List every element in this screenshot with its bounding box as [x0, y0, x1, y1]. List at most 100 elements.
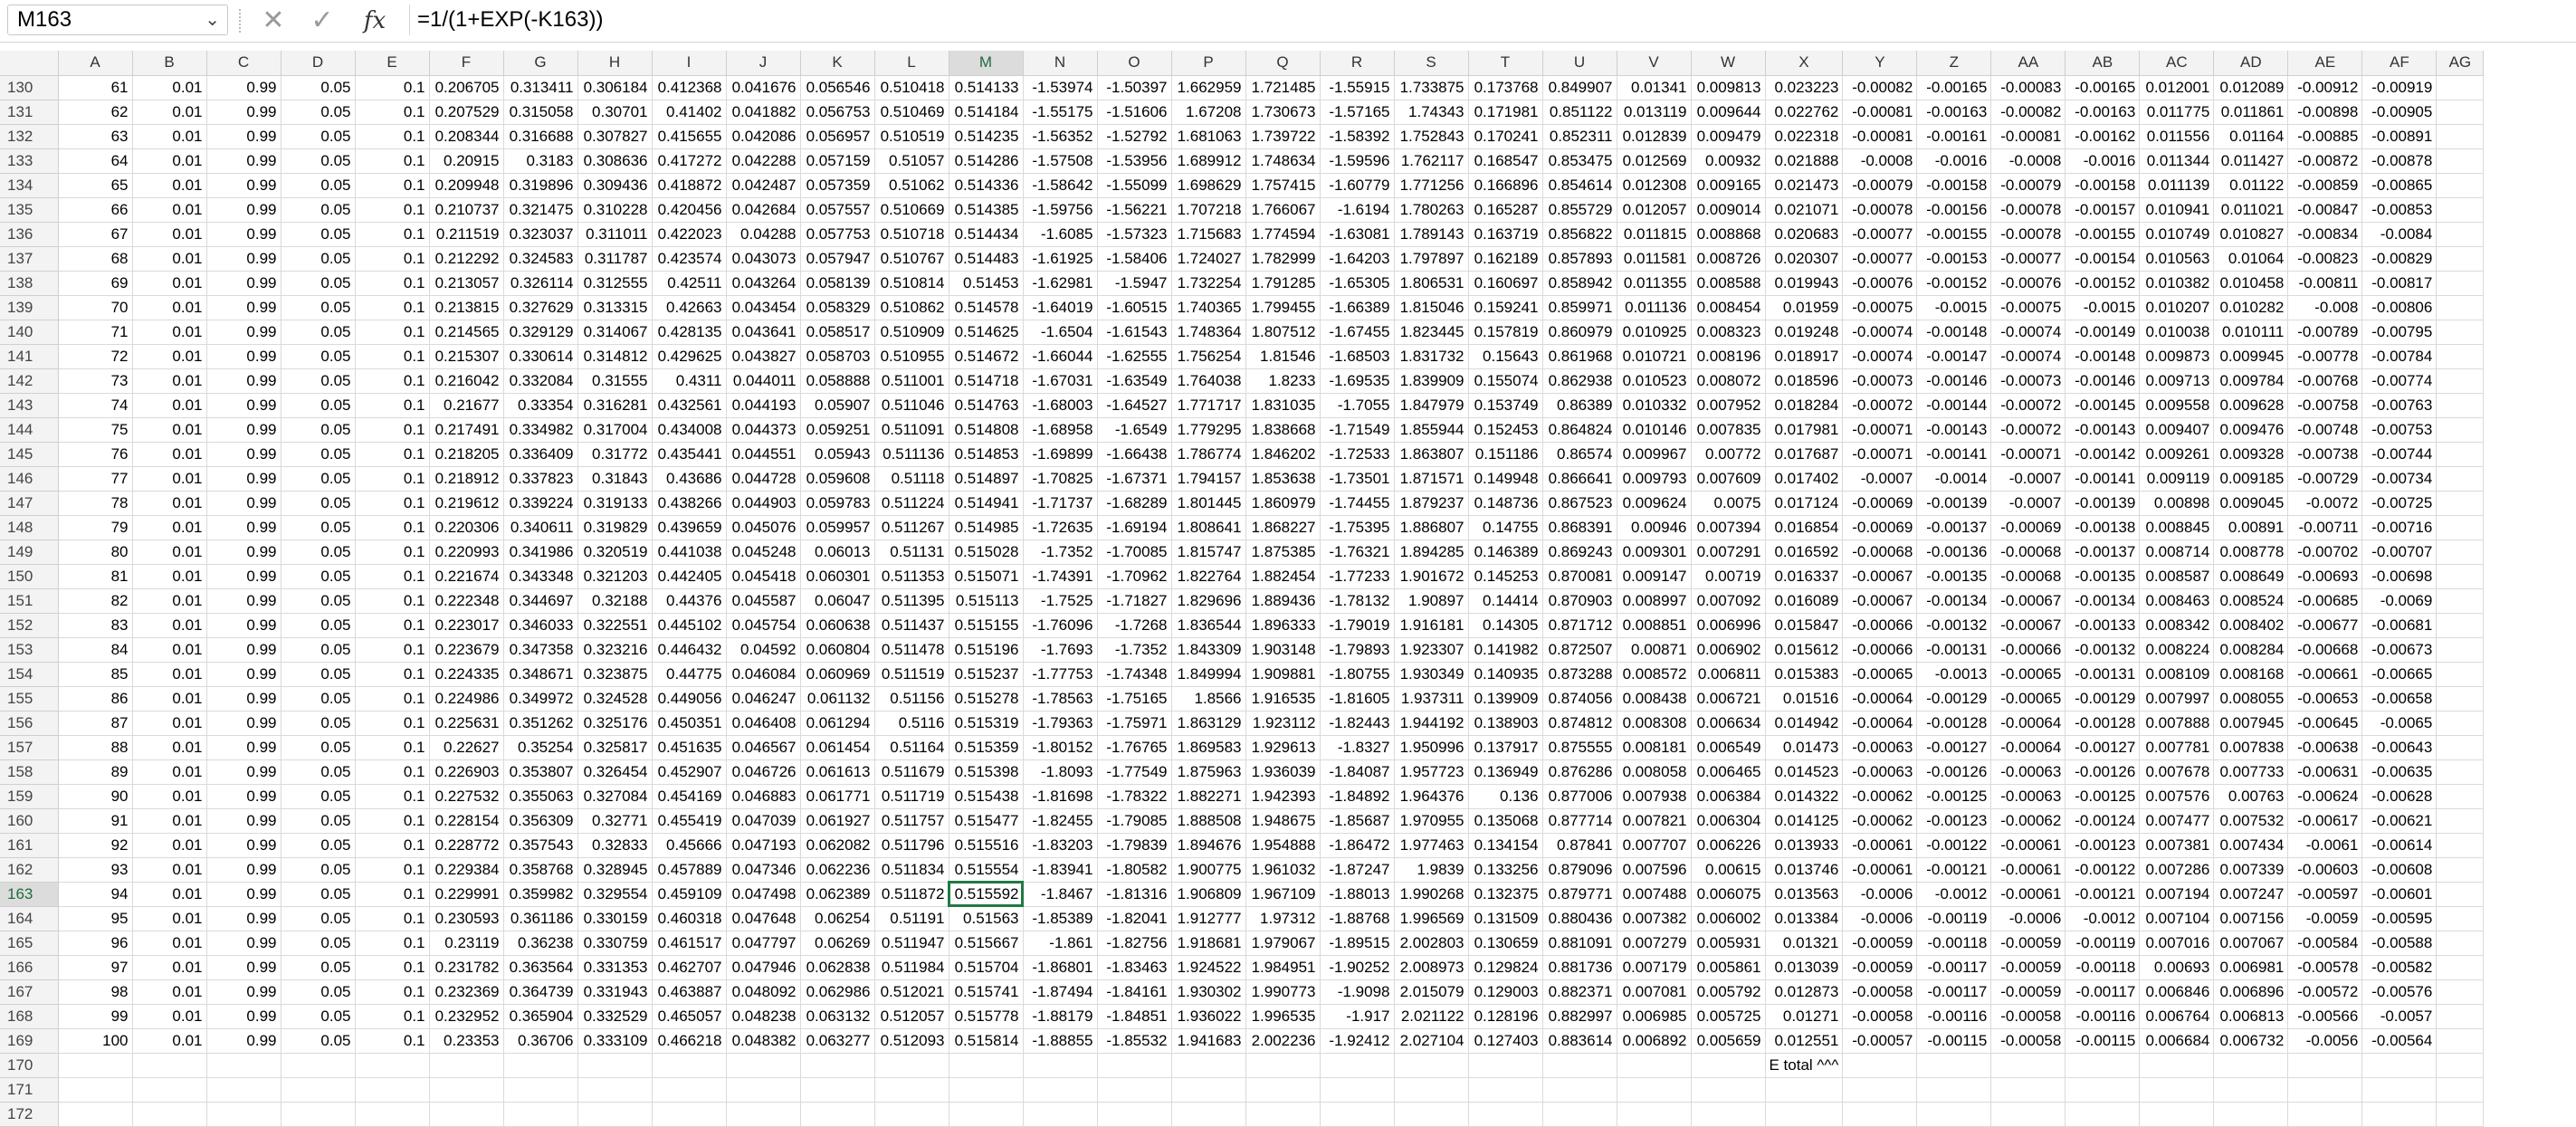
cell-a141[interactable]: 72 [58, 344, 133, 369]
cell-e161[interactable]: 0.1 [355, 833, 430, 858]
cell-u172[interactable] [1542, 1102, 1617, 1127]
cell-c152[interactable]: 0.99 [206, 613, 281, 638]
cell-p153[interactable]: 1.843309 [1171, 637, 1246, 663]
cell-z135[interactable]: -0.00156 [1916, 197, 1992, 223]
cell-z167[interactable]: -0.00117 [1916, 979, 1992, 1005]
cell-f148[interactable]: 0.220306 [429, 515, 504, 540]
cell-q151[interactable]: 1.889436 [1245, 588, 1321, 614]
cell-a133[interactable]: 64 [58, 148, 133, 174]
cell-t136[interactable]: 0.163719 [1468, 222, 1543, 247]
cell-ab152[interactable]: -0.00133 [2065, 613, 2141, 638]
cell-af155[interactable]: -0.00658 [2361, 686, 2438, 712]
cell-ab166[interactable]: -0.00118 [2065, 955, 2141, 980]
row-header-139[interactable]: 139 [0, 295, 59, 320]
cell-w151[interactable]: 0.007092 [1691, 588, 1766, 614]
cell-ab163[interactable]: -0.00121 [2065, 882, 2141, 907]
cell-p172[interactable] [1171, 1102, 1246, 1127]
cell-q155[interactable]: 1.916535 [1245, 686, 1321, 712]
cell-m152[interactable]: 0.515155 [949, 613, 1024, 638]
cell-c148[interactable]: 0.99 [206, 515, 281, 540]
cell-m157[interactable]: 0.515359 [949, 735, 1024, 760]
row-header-166[interactable]: 166 [0, 955, 59, 980]
cell-s137[interactable]: 1.797897 [1394, 246, 1469, 272]
cell-p136[interactable]: 1.715683 [1171, 222, 1246, 247]
cell-m165[interactable]: 0.515667 [949, 931, 1024, 956]
cell-ad132[interactable]: 0.01164 [2213, 124, 2289, 149]
cell-x169[interactable]: 0.012551 [1765, 1028, 1844, 1054]
cell-af161[interactable]: -0.00614 [2361, 833, 2438, 858]
formula-input[interactable]: =1/(1+EXP(-K163)) [409, 5, 2576, 35]
cell-ab167[interactable]: -0.00117 [2065, 979, 2141, 1005]
row-header-144[interactable]: 144 [0, 417, 59, 443]
cell-m148[interactable]: 0.514985 [949, 515, 1024, 540]
cell-ag150[interactable] [2436, 564, 2485, 589]
cell-f146[interactable]: 0.218912 [429, 466, 504, 492]
cell-h170[interactable] [577, 1053, 653, 1078]
cell-n141[interactable]: -1.66044 [1023, 344, 1098, 369]
cell-d134[interactable]: 0.05 [281, 173, 356, 198]
cell-t143[interactable]: 0.153749 [1468, 393, 1543, 418]
cell-r160[interactable]: -1.85687 [1320, 808, 1395, 834]
cell-z147[interactable]: -0.00139 [1916, 491, 1992, 516]
cell-r170[interactable] [1320, 1053, 1395, 1078]
cell-d141[interactable]: 0.05 [281, 344, 356, 369]
cell-o163[interactable]: -1.81316 [1097, 882, 1172, 907]
cell-h155[interactable]: 0.324528 [577, 686, 653, 712]
cell-af151[interactable]: -0.0069 [2361, 588, 2438, 614]
cell-a159[interactable]: 90 [58, 784, 133, 809]
cell-t151[interactable]: 0.14414 [1468, 588, 1543, 614]
column-header-v[interactable]: V [1617, 51, 1692, 76]
cell-b159[interactable]: 0.01 [132, 784, 207, 809]
cell-i151[interactable]: 0.44376 [652, 588, 727, 614]
column-header-c[interactable]: C [206, 51, 281, 76]
cell-u167[interactable]: 0.882371 [1542, 979, 1617, 1005]
cell-w144[interactable]: 0.007835 [1691, 417, 1766, 443]
cell-v157[interactable]: 0.008181 [1617, 735, 1692, 760]
cell-l164[interactable]: 0.51191 [874, 906, 949, 931]
cell-m142[interactable]: 0.514718 [949, 368, 1024, 394]
cell-w141[interactable]: 0.008196 [1691, 344, 1766, 369]
cell-k156[interactable]: 0.061294 [800, 711, 875, 736]
cell-u146[interactable]: 0.866641 [1542, 466, 1617, 492]
cell-o161[interactable]: -1.79839 [1097, 833, 1172, 858]
cell-aa148[interactable]: -0.00069 [1990, 515, 2066, 540]
cell-y141[interactable]: -0.00074 [1842, 344, 1918, 369]
cell-ad152[interactable]: 0.008402 [2213, 613, 2289, 638]
cell-i148[interactable]: 0.439659 [652, 515, 727, 540]
cell-z152[interactable]: -0.00132 [1916, 613, 1992, 638]
cell-t160[interactable]: 0.135068 [1468, 808, 1543, 834]
cell-a160[interactable]: 91 [58, 808, 133, 834]
cell-i163[interactable]: 0.459109 [652, 882, 727, 907]
cell-y170[interactable] [1842, 1053, 1918, 1078]
column-header-x[interactable]: X [1765, 51, 1844, 76]
cell-r131[interactable]: -1.57165 [1320, 100, 1395, 125]
cell-c136[interactable]: 0.99 [206, 222, 281, 247]
cell-s171[interactable] [1394, 1077, 1469, 1103]
cell-d132[interactable]: 0.05 [281, 124, 356, 149]
cell-z130[interactable]: -0.00165 [1916, 75, 1992, 100]
cell-af154[interactable]: -0.00665 [2361, 662, 2438, 687]
cell-o152[interactable]: -1.7268 [1097, 613, 1172, 638]
cell-i142[interactable]: 0.4311 [652, 368, 727, 394]
cell-q137[interactable]: 1.782999 [1245, 246, 1321, 272]
cell-p166[interactable]: 1.924522 [1171, 955, 1246, 980]
row-header-170[interactable]: 170 [0, 1053, 59, 1078]
cell-s144[interactable]: 1.855944 [1394, 417, 1469, 443]
cell-q149[interactable]: 1.875385 [1245, 540, 1321, 565]
cell-ad153[interactable]: 0.008284 [2213, 637, 2289, 663]
cell-j156[interactable]: 0.046408 [726, 711, 801, 736]
cell-u138[interactable]: 0.858942 [1542, 271, 1617, 296]
cell-e150[interactable]: 0.1 [355, 564, 430, 589]
cell-v143[interactable]: 0.010332 [1617, 393, 1692, 418]
cell-f137[interactable]: 0.212292 [429, 246, 504, 272]
cell-p148[interactable]: 1.808641 [1171, 515, 1246, 540]
cell-ac147[interactable]: 0.00898 [2139, 491, 2215, 516]
cell-k159[interactable]: 0.061771 [800, 784, 875, 809]
cell-h171[interactable] [577, 1077, 653, 1103]
cell-g169[interactable]: 0.36706 [503, 1028, 578, 1054]
cell-n136[interactable]: -1.6085 [1023, 222, 1098, 247]
cell-aa168[interactable]: -0.00058 [1990, 1004, 2066, 1029]
cell-m168[interactable]: 0.515778 [949, 1004, 1024, 1029]
cell-g168[interactable]: 0.365904 [503, 1004, 578, 1029]
cell-s152[interactable]: 1.916181 [1394, 613, 1469, 638]
